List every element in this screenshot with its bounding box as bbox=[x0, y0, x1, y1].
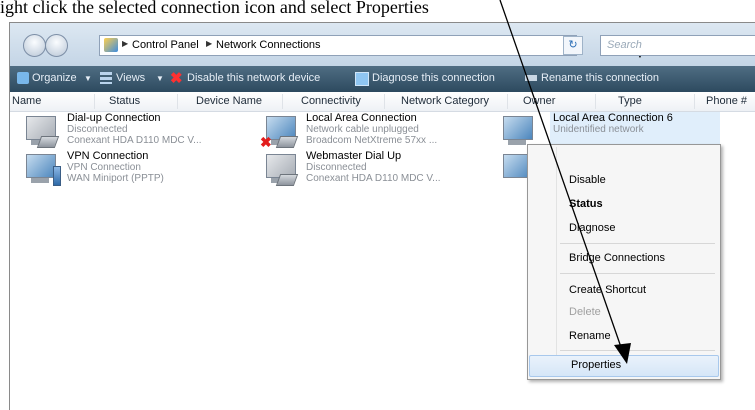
arrow-line bbox=[499, 0, 623, 351]
arrow-head bbox=[614, 343, 631, 364]
annotation-arrow bbox=[499, 0, 631, 364]
